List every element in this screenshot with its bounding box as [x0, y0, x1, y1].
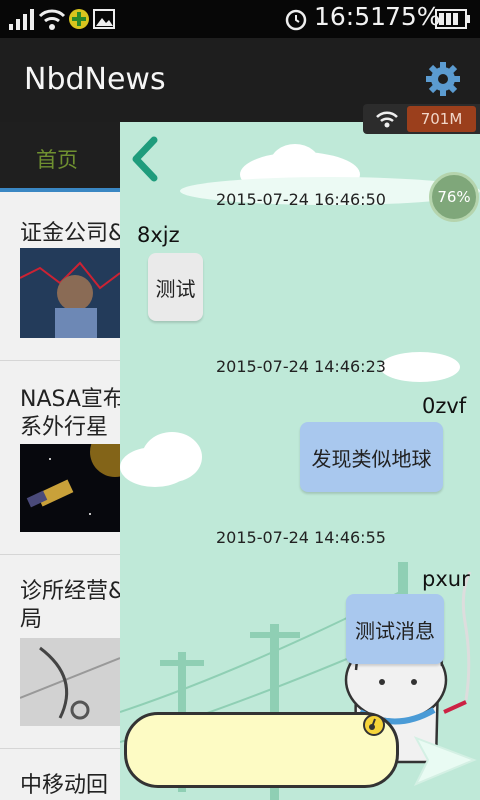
message-username: pxur	[422, 567, 470, 591]
news-title-line2: 局	[20, 607, 43, 632]
app-title: NbdNews	[24, 62, 166, 97]
message-timestamp: 2015-07-24 14:46:23	[216, 357, 386, 376]
wifi-icon	[376, 111, 398, 128]
image-notification-icon	[93, 9, 115, 29]
message-text: 测试消息	[355, 618, 435, 643]
message-bubble[interactable]: 发现类似地球	[300, 422, 443, 492]
news-item[interactable]: 证金公司&	[0, 192, 120, 361]
bell-icon[interactable]	[361, 712, 387, 738]
message-username: 8xjz	[137, 223, 180, 247]
message-bubble[interactable]: 测试消息	[346, 594, 444, 664]
message-timestamp: 2015-07-24 14:46:55	[216, 528, 386, 547]
message-text: 发现类似地球	[311, 446, 432, 471]
send-icon[interactable]	[412, 730, 478, 790]
wifi-icon	[38, 9, 66, 30]
alarm-icon	[285, 9, 307, 31]
message-text: 测试	[155, 276, 196, 301]
message-input[interactable]	[124, 712, 399, 788]
news-thumbnail	[20, 248, 120, 338]
network-speed-badge: 701M	[363, 104, 480, 134]
signal-icon	[9, 9, 34, 30]
message-timestamp: 2015-07-24 16:46:50	[216, 190, 386, 209]
memory-usage-ball[interactable]: 76%	[429, 172, 479, 222]
clock: 16:51	[314, 2, 387, 31]
message-username: 0zvf	[422, 394, 467, 418]
app-notification-icon	[69, 9, 89, 29]
gear-icon[interactable]	[425, 61, 461, 97]
news-thumbnail	[20, 444, 120, 532]
news-title: 诊所经营&	[20, 579, 120, 604]
news-item[interactable]: 诊所经营& 局	[0, 554, 120, 749]
news-title: 中移动回	[20, 773, 109, 798]
battery-percent: 75%	[385, 2, 441, 31]
cloud	[142, 432, 202, 482]
chat-panel: 2015-07-24 16:46:50 8xjz 测试 2015-07-24 1…	[120, 122, 480, 800]
news-title: 证金公司&	[20, 221, 120, 246]
news-title-line2: 系外行星	[20, 415, 109, 440]
tab-home[interactable]: 首页	[36, 144, 78, 174]
cloud	[380, 352, 460, 382]
battery-icon	[435, 9, 470, 29]
back-arrow-icon[interactable]	[128, 136, 160, 182]
tab-bar: 首页	[0, 122, 120, 192]
news-title: NASA宣布	[20, 387, 120, 412]
message-bubble[interactable]: 测试	[148, 253, 203, 321]
news-item[interactable]: 中移动回	[0, 748, 120, 800]
news-list: 首页 证金公司& NASA宣布 系外行星 诊所经营& 局 中移动回	[0, 122, 120, 800]
news-thumbnail	[20, 638, 120, 726]
network-speed-value: 701M	[407, 106, 476, 132]
status-bar: 16:51 75%	[0, 0, 480, 38]
news-item[interactable]: NASA宣布 系外行星	[0, 360, 120, 555]
